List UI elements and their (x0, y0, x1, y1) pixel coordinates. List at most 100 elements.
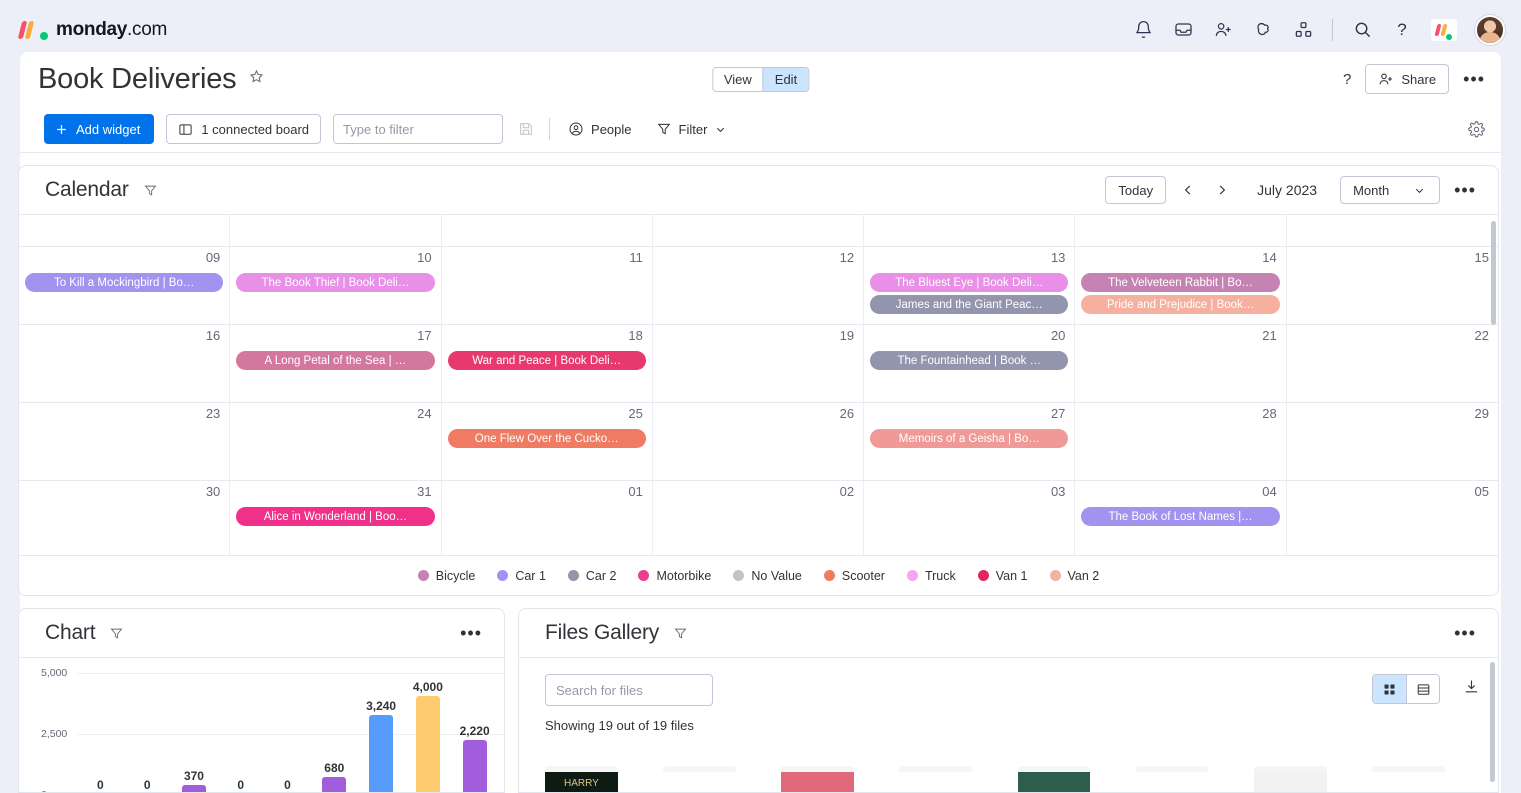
list-view-icon[interactable] (1406, 675, 1439, 703)
calendar-day-cell[interactable]: 01 (442, 481, 653, 556)
calendar-day-cell[interactable] (1075, 214, 1286, 247)
calendar-day-cell[interactable]: 13The Bluest Eye | Book Deli…James and t… (864, 247, 1075, 325)
chart-bar[interactable] (416, 696, 440, 793)
calendar-day-cell[interactable]: 28 (1075, 403, 1286, 481)
calendar-day-cell[interactable]: 04The Book of Lost Names |… (1075, 481, 1286, 556)
filter-icon[interactable] (109, 626, 124, 641)
calendar-day-cell[interactable]: 15 (1287, 247, 1498, 325)
bell-icon[interactable] (1132, 19, 1154, 41)
star-icon[interactable] (248, 68, 265, 90)
calendar-event[interactable]: Pride and Prejudice | Book… (1081, 295, 1279, 314)
calendar-event[interactable]: War and Peace | Book Deli… (448, 351, 646, 370)
calendar-day-cell[interactable]: Charlie and the Chocolate… (230, 214, 441, 247)
files-scrollbar[interactable] (1490, 662, 1495, 782)
chart-bar-column[interactable]: 0 (217, 672, 264, 793)
legend-item[interactable]: Bicycle (418, 569, 476, 583)
calendar-day-cell[interactable]: 22 (1287, 325, 1498, 403)
avatar[interactable] (1475, 15, 1505, 45)
view-edit-toggle[interactable]: View Edit (712, 67, 809, 92)
calendar-event[interactable]: Memoirs of a Geisha | Bo… (870, 429, 1068, 448)
calendar-day-cell[interactable]: 02 (653, 481, 864, 556)
calendar-event[interactable]: A Long Petal of the Sea | … (236, 351, 434, 370)
calendar-day-cell[interactable]: 14The Velveteen Rabbit | Bo…Pride and Pr… (1075, 247, 1286, 325)
legend-item[interactable]: Motorbike (638, 569, 711, 583)
calendar-day-cell[interactable] (653, 214, 864, 247)
chart-bar[interactable] (322, 777, 346, 793)
legend-item[interactable]: Truck (907, 569, 956, 583)
calendar-day-cell[interactable]: 17A Long Petal of the Sea | … (230, 325, 441, 403)
calendar-day-cell[interactable]: 21 (1075, 325, 1286, 403)
calendar-day-cell[interactable]: 30 (19, 481, 230, 556)
filter-icon[interactable] (673, 626, 688, 641)
connected-board-button[interactable]: 1 connected board (166, 114, 321, 144)
calendar-day-cell[interactable]: 31Alice in Wonderland | Boo… (230, 481, 441, 556)
apps-icon[interactable] (1292, 19, 1314, 41)
chart-bar-column[interactable]: 680 (311, 672, 358, 793)
calendar-day-cell[interactable]: 26 (653, 403, 864, 481)
calendar-event[interactable]: The Book Thief | Book Deli… (236, 273, 434, 292)
file-thumbnail[interactable] (781, 766, 854, 793)
calendar-day-cell[interactable]: 16 (19, 325, 230, 403)
search-input[interactable] (556, 683, 732, 698)
download-icon[interactable] (1463, 678, 1480, 700)
calendar-day-cell[interactable]: 24 (230, 403, 441, 481)
calendar-day-cell[interactable]: 12 (653, 247, 864, 325)
board-help-icon[interactable]: ? (1343, 71, 1351, 88)
calendar-day-cell[interactable]: 25One Flew Over the Cucko… (442, 403, 653, 481)
calendar-day-cell[interactable]: 09To Kill a Mockingbird | Bo… (19, 247, 230, 325)
legend-item[interactable]: Scooter (824, 569, 885, 583)
legend-item[interactable]: Van 1 (978, 569, 1028, 583)
calendar-scrollbar[interactable] (1491, 221, 1496, 325)
chart-bar-column[interactable]: 4,000 (404, 672, 451, 793)
file-thumbnail[interactable] (899, 766, 972, 793)
tab-edit[interactable]: Edit (763, 68, 808, 91)
inbox-icon[interactable] (1172, 19, 1194, 41)
chart-bar-column[interactable]: 3,240 (358, 672, 405, 793)
board-settings-button[interactable] (1468, 121, 1485, 138)
legend-item[interactable]: Car 1 (497, 569, 546, 583)
file-thumbnail[interactable] (1136, 766, 1209, 793)
file-thumbnail[interactable] (663, 766, 736, 793)
add-widget-button[interactable]: Add widget (44, 114, 154, 144)
calendar-day-cell[interactable]: 29 (1287, 403, 1498, 481)
calendar-event[interactable]: The Bluest Eye | Book Deli… (870, 273, 1068, 292)
calendar-day-cell[interactable]: 11 (442, 247, 653, 325)
share-button[interactable]: Share (1365, 64, 1449, 94)
prev-month-button[interactable] (1176, 178, 1200, 202)
people-button[interactable]: People (562, 114, 637, 144)
filter-icon[interactable] (143, 183, 158, 198)
search-input[interactable] (343, 122, 519, 137)
legend-item[interactable]: Van 2 (1050, 569, 1100, 583)
calendar-range-select[interactable]: Month (1340, 176, 1440, 204)
chart-bar-column[interactable]: 2,220 (451, 672, 498, 793)
file-thumbnail[interactable] (1372, 766, 1445, 793)
file-thumbnail[interactable]: HARRY (545, 766, 618, 793)
calendar-day-cell[interactable]: 05 (1287, 481, 1498, 556)
today-button[interactable]: Today (1105, 176, 1166, 204)
calendar-event[interactable]: The Book of Lost Names |… (1081, 507, 1279, 526)
chart-bar-column[interactable]: 370 (171, 672, 218, 793)
chart-bar[interactable] (369, 715, 393, 793)
filter-button[interactable]: Filter (650, 114, 734, 144)
grid-view-icon[interactable] (1373, 675, 1406, 703)
board-more-button[interactable]: ••• (1463, 75, 1485, 83)
calendar-day-cell[interactable]: The Beekeeper of Aleppo … (864, 214, 1075, 247)
calendar-day-cell[interactable] (442, 214, 653, 247)
save-icon[interactable] (515, 118, 537, 140)
calendar-event[interactable]: James and the Giant Peac… (870, 295, 1068, 314)
file-thumbnail[interactable] (1254, 766, 1327, 793)
legend-item[interactable]: Car 2 (568, 569, 617, 583)
chart-bar-column[interactable]: 0 (77, 672, 124, 793)
search-icon[interactable] (1351, 19, 1373, 41)
calendar-day-cell[interactable]: 27Memoirs of a Geisha | Bo… (864, 403, 1075, 481)
legend-item[interactable]: No Value (733, 569, 802, 583)
files-search-box[interactable] (545, 674, 713, 706)
next-month-button[interactable] (1210, 178, 1234, 202)
chart-bar-column[interactable]: 0 (264, 672, 311, 793)
chart-bar-column[interactable]: 0 (124, 672, 171, 793)
calendar-event[interactable]: The Velveteen Rabbit | Bo… (1081, 273, 1279, 292)
calendar-day-cell[interactable] (19, 214, 230, 247)
calendar-day-cell[interactable]: 20The Fountainhead | Book … (864, 325, 1075, 403)
help-icon[interactable]: ? (1391, 19, 1413, 41)
calendar-event[interactable]: Alice in Wonderland | Boo… (236, 507, 434, 526)
